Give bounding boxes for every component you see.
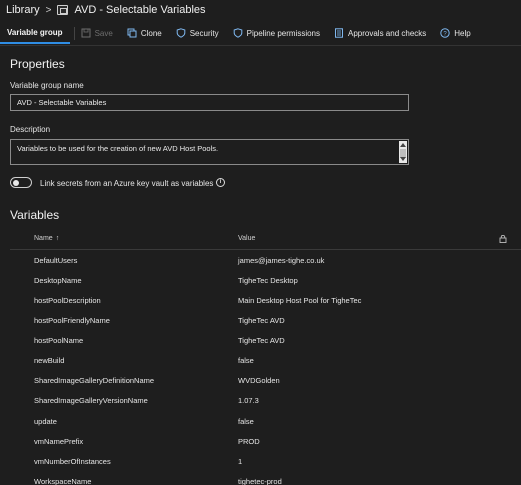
variables-table-header: Name ↑ Value <box>10 230 521 250</box>
info-icon[interactable]: i <box>216 178 225 187</box>
variable-group-name-label: Variable group name <box>10 81 84 90</box>
variable-name[interactable]: DefaultUsers <box>34 256 77 265</box>
description-scrollbar[interactable] <box>399 141 407 163</box>
lock-icon <box>499 234 507 245</box>
variable-name[interactable]: vmNamePrefix <box>34 437 83 446</box>
variable-value[interactable]: Main Desktop Host Pool for TigheTec <box>238 296 361 305</box>
column-header-value: Value <box>238 235 256 242</box>
keyvault-toggle[interactable] <box>10 177 32 188</box>
variable-value[interactable]: false <box>238 417 254 426</box>
table-row[interactable]: newBuild false <box>10 351 521 371</box>
approvals-checks-label: Approvals and checks <box>348 28 427 38</box>
toolbar-divider <box>73 26 75 40</box>
library-icon <box>57 5 69 15</box>
variable-group-name-input[interactable]: AVD - Selectable Variables <box>10 94 409 111</box>
shield-icon <box>233 28 242 38</box>
variable-name[interactable]: SharedImageGalleryDefinitionName <box>34 376 154 385</box>
properties-heading: Properties <box>10 57 65 71</box>
variable-value[interactable]: TigheTec AVD <box>238 316 285 325</box>
save-button[interactable]: Save <box>81 28 113 38</box>
tab-variable-group[interactable]: Variable group <box>0 22 70 44</box>
variable-value[interactable]: false <box>238 356 254 365</box>
table-row[interactable]: SharedImageGalleryVersionName 1.07.3 <box>10 391 521 411</box>
clone-button[interactable]: Clone <box>127 28 162 38</box>
variable-group-name-value: AVD - Selectable Variables <box>17 98 107 107</box>
variable-value[interactable]: 1.07.3 <box>238 396 259 405</box>
help-button[interactable]: ? Help <box>440 28 471 38</box>
save-label: Save <box>94 28 113 38</box>
table-row[interactable]: hostPoolName TigheTec AVD <box>10 331 521 351</box>
scroll-down-icon[interactable] <box>400 157 406 161</box>
breadcrumb-library-link[interactable]: Library <box>6 4 40 16</box>
variable-value[interactable]: james@james-tighe.co.uk <box>238 256 324 265</box>
clone-label: Clone <box>140 28 162 38</box>
toggle-knob <box>13 179 19 186</box>
breadcrumb: Library > AVD - Selectable Variables <box>6 2 206 18</box>
table-row[interactable]: hostPoolFriendlyName TigheTec AVD <box>10 311 521 331</box>
approvals-checks-button[interactable]: Approvals and checks <box>334 28 426 38</box>
table-row[interactable]: hostPoolDescription Main Desktop Host Po… <box>10 291 521 311</box>
keyvault-label: Link secrets from an Azure key vault as … <box>40 179 214 188</box>
variable-value[interactable]: WVDGolden <box>238 376 280 385</box>
breadcrumb-separator: > <box>45 4 52 16</box>
variable-value[interactable]: TigheTec Desktop <box>238 276 298 285</box>
description-label: Description <box>10 125 51 134</box>
table-row[interactable]: DesktopName TigheTec Desktop <box>10 271 521 291</box>
column-header-name[interactable]: Name ↑ <box>34 235 59 242</box>
variable-value[interactable]: 1 <box>238 457 242 466</box>
save-icon <box>81 28 91 38</box>
variable-value[interactable]: PROD <box>238 437 260 446</box>
shield-icon <box>176 28 186 38</box>
variable-name[interactable]: WorkspaceName <box>34 477 91 485</box>
variable-name[interactable]: SharedImageGalleryVersionName <box>34 396 148 405</box>
table-row[interactable]: DefaultUsers james@james-tighe.co.uk <box>10 251 521 271</box>
description-textarea[interactable]: Variables to be used for the creation of… <box>10 139 409 165</box>
clone-icon <box>127 28 137 38</box>
pipeline-permissions-button[interactable]: Pipeline permissions <box>233 28 320 38</box>
variable-name[interactable]: vmNumberOfInstances <box>34 457 111 466</box>
table-row[interactable]: vmNumberOfInstances 1 <box>10 452 521 472</box>
variable-name[interactable]: hostPoolName <box>34 336 83 345</box>
sort-ascending-icon: ↑ <box>55 235 60 242</box>
column-name-label: Name <box>34 235 53 242</box>
table-row[interactable]: WorkspaceName tighetec-prod <box>10 472 521 485</box>
variable-name[interactable]: hostPoolFriendlyName <box>34 316 110 325</box>
security-label: Security <box>189 28 219 38</box>
table-row[interactable]: SharedImageGalleryDefinitionName WVDGold… <box>10 371 521 391</box>
toolbar-divider-line <box>0 45 521 46</box>
table-row[interactable]: vmNamePrefix PROD <box>10 432 521 452</box>
variable-name[interactable]: newBuild <box>34 356 64 365</box>
page-title: AVD - Selectable Variables <box>74 4 206 16</box>
help-label: Help <box>454 28 471 38</box>
scroll-up-icon[interactable] <box>400 143 406 147</box>
variable-name[interactable]: hostPoolDescription <box>34 296 101 305</box>
variable-name[interactable]: DesktopName <box>34 276 82 285</box>
checklist-icon <box>335 28 343 38</box>
table-row[interactable]: update false <box>10 412 521 432</box>
toolbar: Variable group Save Clone Security Pipel… <box>0 22 521 44</box>
variables-heading: Variables <box>10 208 60 222</box>
description-value: Variables to be used for the creation of… <box>17 144 219 153</box>
variable-value[interactable]: TigheTec AVD <box>238 336 285 345</box>
variable-name[interactable]: update <box>34 417 57 426</box>
variable-value[interactable]: tighetec-prod <box>238 477 282 485</box>
security-button[interactable]: Security <box>176 28 219 38</box>
pipeline-permissions-label: Pipeline permissions <box>246 28 320 38</box>
help-icon: ? <box>440 28 450 38</box>
